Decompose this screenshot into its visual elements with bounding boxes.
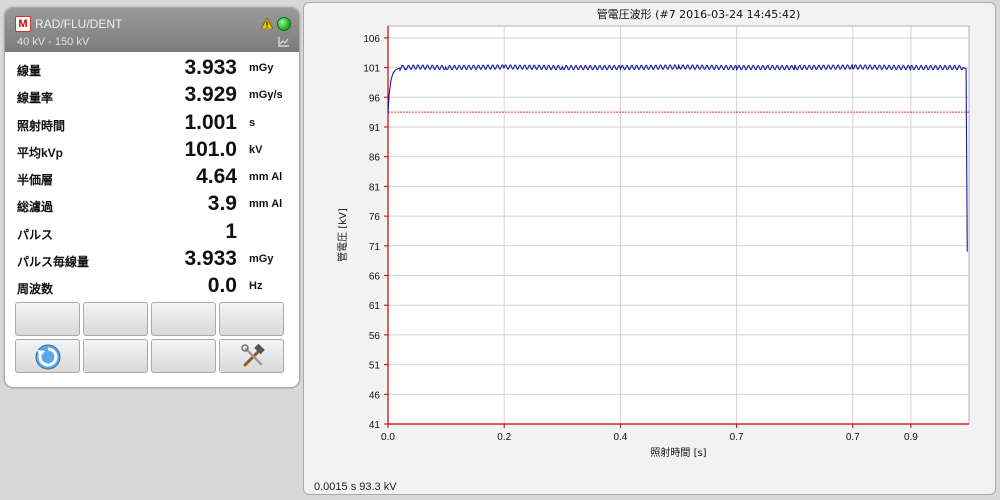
refresh-icon (35, 344, 61, 370)
cursor-readout: 0.0015 s 93.3 kV (314, 481, 397, 493)
y-tick-label: 106 (363, 34, 380, 45)
tools-icon (241, 344, 265, 367)
blank-button-3[interactable] (151, 302, 216, 336)
reading-value: 3.9 (207, 192, 237, 216)
reading-label: 周波数 (17, 282, 54, 297)
reading-value: 4.64 (196, 165, 237, 189)
reading-unit: mGy (249, 253, 274, 266)
mode-title: RAD/FLU/DENT (35, 17, 123, 31)
y-tick-label: 91 (369, 123, 381, 134)
x-tick-label: 0.4 (613, 432, 627, 443)
x-tick-label: 0.0 (381, 432, 395, 443)
reset-button[interactable] (15, 339, 80, 373)
blank-button-4[interactable] (219, 302, 284, 336)
reading-unit: mm Al (249, 198, 283, 211)
reading-row: 照射時間 1.001 s (5, 111, 299, 138)
x-tick-label: 0.7 (730, 432, 744, 443)
reading-label: 総濾過 (17, 200, 54, 215)
tools-button[interactable] (219, 339, 284, 373)
status-led-icon (277, 17, 291, 31)
chart-title: 管電圧波形 (#7 2016-03-24 14:45:42) (597, 7, 801, 21)
reading-row: 半価層 4.64 mm Al (5, 165, 299, 192)
readings-list: 線量 3.933 mGy 線量率 3.929 mGy/s 照射時間 1.001 … (5, 56, 299, 302)
blank-button-6[interactable] (151, 339, 216, 373)
reading-row: 平均kVp 101.0 kV (5, 138, 299, 165)
x-axis-label: 照射時間 [s] (650, 447, 706, 459)
reading-row: パルス 1 (5, 220, 299, 247)
y-tick-label: 76 (369, 212, 381, 223)
reading-value: 3.933 (184, 56, 237, 79)
reading-unit: mm Al (249, 171, 283, 184)
chart-toggle-icon[interactable] (278, 37, 290, 47)
reading-row: 線量率 3.929 mGy/s (5, 83, 299, 110)
reading-value: 1.001 (184, 110, 237, 134)
reading-row: 総濾過 3.9 mm Al (5, 192, 299, 219)
waveform-chart[interactable]: 106 101 96 91 86 81 76 71 66 61 56 51 46 410.0 0.2 0.4 0… (304, 3, 997, 478)
reading-label: 線量 (17, 64, 42, 78)
reading-label: 平均kVp (17, 145, 64, 160)
y-tick-label: 96 (369, 93, 381, 104)
y-tick-label: 46 (369, 390, 381, 401)
y-tick-label: 51 (369, 361, 381, 372)
reading-label: パルス毎線量 (17, 255, 90, 270)
reading-row: 線量 3.933 mGy (5, 56, 299, 83)
y-tick-label: 71 (369, 242, 381, 253)
y-tick-label: 41 (369, 420, 381, 431)
reading-unit: s (249, 116, 256, 129)
reading-unit: mGy/s (249, 89, 283, 102)
warning-icon[interactable] (261, 18, 273, 29)
y-tick-label: 86 (369, 153, 381, 164)
reading-value: 3.929 (184, 83, 237, 107)
reading-value: 101.0 (184, 137, 237, 161)
reading-label: 照射時間 (17, 118, 66, 133)
y-tick-label: 56 (369, 331, 381, 342)
reading-row: 周波数 0.0 Hz (5, 274, 299, 301)
reading-value: 3.933 (184, 247, 237, 271)
x-tick-label: 0.7 (846, 432, 860, 443)
blank-button-1[interactable] (15, 302, 80, 336)
reading-label: パルス (17, 227, 54, 242)
reading-label: 半価層 (17, 173, 54, 188)
blank-button-5[interactable] (83, 339, 148, 373)
app-root: M RAD/FLU/DENT 40 kV - 150 kV 線量 3.933 m… (0, 0, 1000, 500)
waveform-panel: 106 101 96 91 86 81 76 71 66 61 56 51 46 41 0.0 0.2 0.4 0… (303, 2, 996, 495)
measurement-panel: M RAD/FLU/DENT 40 kV - 150 kV 線量 3.933 m… (4, 7, 300, 388)
y-tick-label: 81 (369, 182, 381, 193)
reading-row: パルス毎線量 3.933 mGy (5, 247, 299, 274)
blank-button-2[interactable] (83, 302, 148, 336)
brand-logo-icon: M (15, 16, 31, 32)
x-tick-label: 0.2 (497, 432, 511, 443)
reading-unit: Hz (249, 280, 263, 293)
reading-label: 線量率 (17, 91, 54, 106)
x-tick-label: 0.9 (904, 432, 918, 443)
panel-header: M RAD/FLU/DENT 40 kV - 150 kV (5, 8, 299, 52)
y-tick-label: 66 (369, 271, 381, 282)
reading-unit: kV (249, 143, 263, 156)
y-axis-label: 管電圧 [kV] (336, 208, 349, 262)
reading-value: 1 (225, 219, 237, 243)
reading-value: 0.0 (207, 274, 237, 298)
y-tick-label: 101 (363, 64, 380, 75)
kv-range: 40 kV - 150 kV (17, 36, 90, 48)
reading-unit: mGy (249, 62, 274, 74)
y-tick-label: 61 (369, 301, 381, 312)
